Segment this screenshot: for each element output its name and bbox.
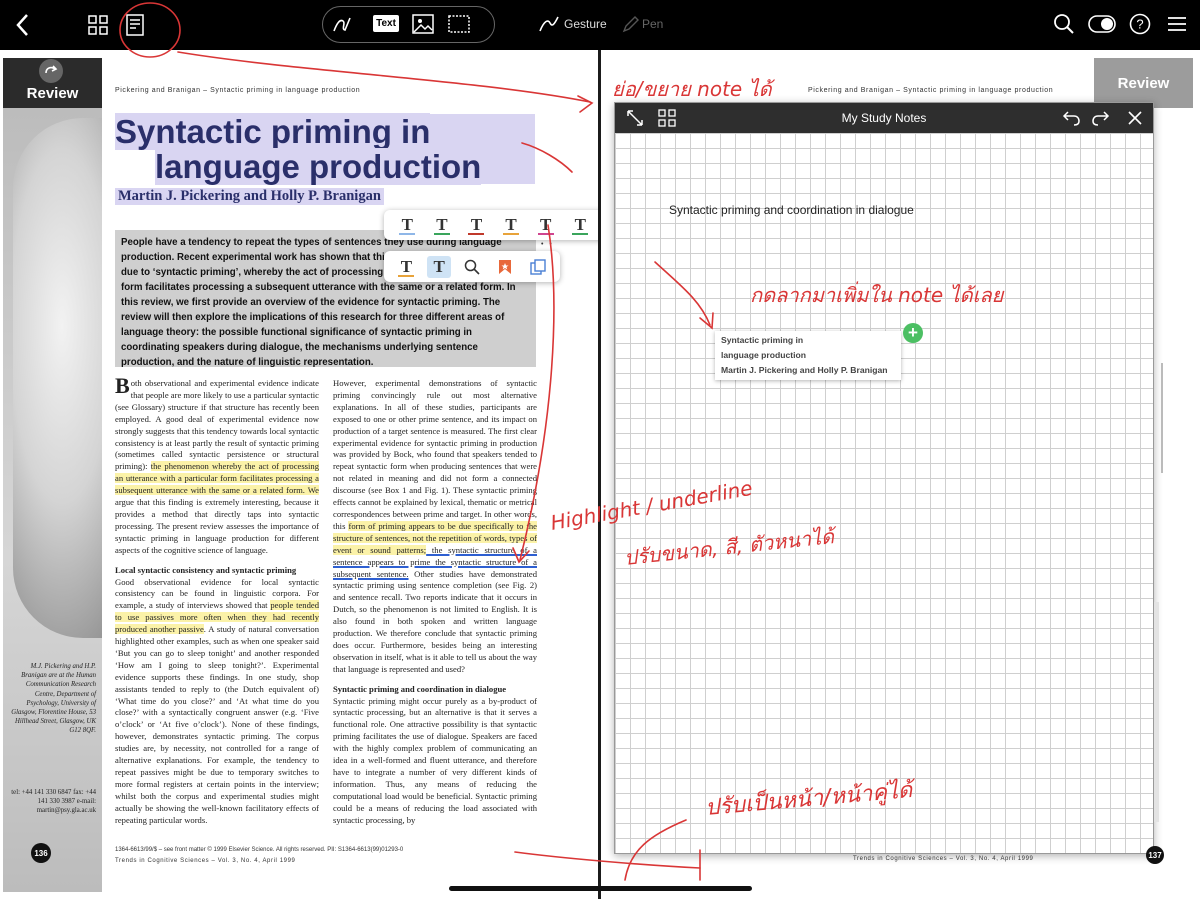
style-glyph: T <box>401 215 413 234</box>
svg-text:?: ? <box>1136 17 1143 32</box>
underline-color-option[interactable]: T <box>395 214 419 236</box>
text-action-bar: T T <box>384 251 560 282</box>
note-block-line: Martin J. Pickering and Holly P. Braniga… <box>721 365 888 375</box>
note-block-line: language production <box>721 350 806 360</box>
gesture-label[interactable]: Gesture <box>564 17 607 31</box>
style-glyph: T <box>433 256 445 276</box>
article-title[interactable]: Syntactic priming in language production <box>115 113 535 185</box>
paragraph-text: oth observational and experimental evide… <box>115 378 319 472</box>
right-page[interactable]: Review Pickering and Branigan – Syntacti… <box>601 50 1200 899</box>
rotate-icon[interactable] <box>39 59 63 83</box>
section-heading: Syntactic priming and coordination in di… <box>333 683 507 694</box>
home-indicator[interactable] <box>449 886 752 891</box>
note-block-line: Syntactic priming in <box>721 335 804 345</box>
paragraph-text: argue that this finding is extremely int… <box>115 497 319 555</box>
side-photo <box>3 58 102 892</box>
footer-line-1: 1364-6613/99/$ – see front matter © 1999… <box>115 847 404 853</box>
underline-style-button[interactable]: T <box>394 256 418 278</box>
freehand-pen-icon[interactable] <box>330 12 354 36</box>
shape-tool-icon[interactable] <box>447 13 471 35</box>
dark-mode-toggle-icon[interactable] <box>1088 14 1116 34</box>
notes-titlebar[interactable]: My Study Notes <box>615 103 1153 133</box>
close-icon[interactable] <box>1125 108 1145 128</box>
text-style-palette: TTTTTTTTTT <box>384 210 598 240</box>
underline-color-option[interactable]: T <box>430 214 454 236</box>
help-icon[interactable]: ? <box>1128 12 1152 36</box>
dropcap: B <box>115 373 130 398</box>
search-icon[interactable] <box>460 256 484 278</box>
add-to-note-button[interactable]: + <box>903 323 923 343</box>
pen-label[interactable]: Pen <box>642 17 663 31</box>
text-tool-label: Text <box>376 18 396 29</box>
style-glyph: T <box>540 215 552 234</box>
paragraph-text: However, experimental demonstrations of … <box>333 378 537 531</box>
title-line-2: language production <box>155 148 482 185</box>
author-contact: tel: +44 141 330 6847 fax: +44 141 330 3… <box>11 789 96 815</box>
title-line-1: Syntactic priming in <box>115 113 431 150</box>
review-badge: Review <box>1094 58 1193 108</box>
section-heading: Local syntactic consistency and syntacti… <box>115 564 297 575</box>
underline-color-option[interactable]: T <box>534 214 558 236</box>
scroll-indicator[interactable] <box>1161 363 1163 473</box>
running-head: Pickering and Branigan – Syntactic primi… <box>115 87 361 94</box>
style-glyph: T <box>400 256 413 276</box>
page-grid-icon[interactable] <box>86 13 110 37</box>
underline-color-option[interactable]: T <box>499 214 523 236</box>
review-label: Review <box>1117 74 1170 92</box>
palette-page-dots[interactable]: • • <box>541 241 554 248</box>
highlight-style-button[interactable]: T <box>427 255 452 278</box>
gesture-icon[interactable] <box>537 13 561 37</box>
menu-icon[interactable] <box>1165 13 1189 35</box>
style-glyph: T <box>436 215 448 234</box>
page-number: 136 <box>31 843 51 863</box>
style-glyph: T <box>470 215 483 234</box>
search-icon[interactable] <box>1052 12 1076 36</box>
copy-icon[interactable] <box>526 256 550 278</box>
left-page[interactable]: Review Pickering and Branigan – Syntacti… <box>0 50 598 899</box>
pen-icon[interactable] <box>620 13 642 35</box>
image-insert-icon[interactable] <box>410 11 436 37</box>
scroll-track[interactable] <box>1154 602 1159 822</box>
underline-color-option[interactable]: T <box>464 214 488 236</box>
page-footer: Trends in Cognitive Sciences – Vol. 3, N… <box>853 856 1034 862</box>
notes-panel-icon[interactable] <box>123 12 147 38</box>
bookmark-icon[interactable] <box>493 256 517 278</box>
undo-icon[interactable] <box>1061 108 1081 128</box>
style-glyph: T <box>574 215 586 234</box>
underline-color-option[interactable]: T <box>568 214 592 236</box>
body-column-1[interactable]: Both observational and experimental evid… <box>115 373 320 827</box>
dragged-note-block[interactable]: Syntactic priming in language production… <box>715 331 901 380</box>
redo-icon[interactable] <box>1091 108 1111 128</box>
page-footer: 1364-6613/99/$ – see front matter © 1999… <box>115 845 403 867</box>
paragraph-text: Syntactic priming might occur purely as … <box>333 695 537 825</box>
page-number: 137 <box>1146 846 1164 864</box>
paragraph-text: . A study of natural conversation highli… <box>115 624 320 825</box>
top-toolbar: Text Gesture Pen ? <box>0 0 1200 50</box>
text-tool-button[interactable]: Text <box>373 15 399 32</box>
style-glyph: T <box>505 215 517 234</box>
footer-line-2: Trends in Cognitive Sciences – Vol. 3, N… <box>115 858 296 864</box>
back-chevron-icon[interactable] <box>10 12 34 38</box>
review-label: Review <box>26 85 79 102</box>
paragraph-text: Other studies have demonstrated syntacti… <box>333 568 537 674</box>
authors[interactable]: Martin J. Pickering and Holly P. Braniga… <box>115 188 384 205</box>
study-notes-window[interactable]: My Study Notes Syntactic priming and coo… <box>614 102 1154 854</box>
running-head: Pickering and Branigan – Syntactic primi… <box>808 87 1054 94</box>
author-affiliation: M.J. Pickering and H.P. Branigan are at … <box>11 663 96 735</box>
note-text[interactable]: Syntactic priming and coordination in di… <box>669 203 914 217</box>
body-column-2[interactable]: However, experimental demonstrations of … <box>333 378 537 827</box>
